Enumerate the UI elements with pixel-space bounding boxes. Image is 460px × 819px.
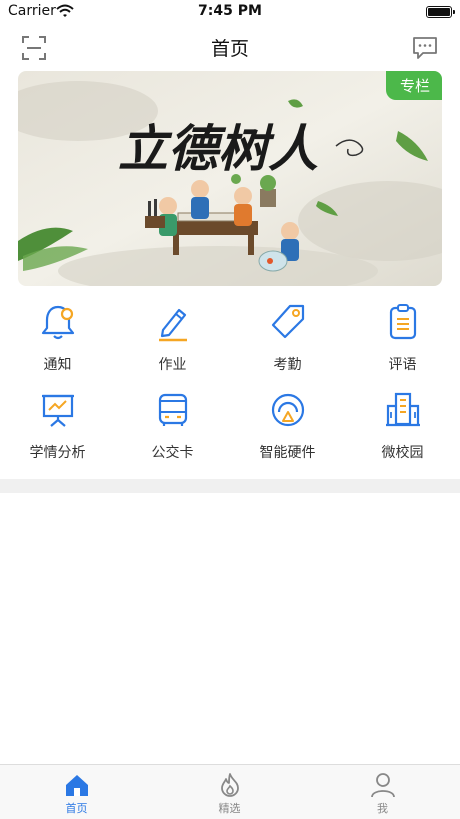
section-divider xyxy=(0,479,460,493)
bus-icon xyxy=(158,393,187,426)
flame-icon xyxy=(220,773,239,797)
tab-me[interactable]: 我 xyxy=(306,769,459,819)
banner-calligraphy: 立德树人 xyxy=(118,119,318,178)
tab-featured[interactable]: 精选 xyxy=(153,769,306,819)
clipboard-icon xyxy=(389,304,416,340)
feature-label: 评语 xyxy=(388,357,417,373)
feature-comments[interactable]: 评语 xyxy=(345,302,460,382)
feature-notice[interactable]: 通知 xyxy=(0,302,115,382)
feature-attendance[interactable]: 考勤 xyxy=(230,302,345,382)
bell-icon xyxy=(41,305,74,340)
tab-label: 首页 xyxy=(65,802,88,815)
feature-label: 学情分析 xyxy=(29,445,86,461)
feature-homework[interactable]: 作业 xyxy=(115,302,230,382)
feature-label: 微校园 xyxy=(381,445,424,461)
tab-label: 精选 xyxy=(218,802,241,815)
smart-device-icon xyxy=(271,393,304,427)
page-title: 首页 xyxy=(210,38,249,60)
feature-label: 通知 xyxy=(43,357,72,373)
tab-label: 我 xyxy=(377,802,388,815)
clock: 7:45 PM xyxy=(198,3,262,19)
feature-label: 智能硬件 xyxy=(259,445,316,461)
feature-label: 公交卡 xyxy=(151,445,194,461)
nav-bar: 首页 xyxy=(0,24,460,68)
tab-bar: 首页 精选 我 xyxy=(0,764,460,819)
feature-label: 考勤 xyxy=(273,357,302,373)
home-icon xyxy=(65,775,88,796)
building-icon xyxy=(385,392,420,427)
pencil-icon xyxy=(158,308,187,342)
banner-tag: 专栏 xyxy=(385,71,442,100)
feature-label: 作业 xyxy=(158,357,187,373)
feature-learning-analysis[interactable]: 学情分析 xyxy=(0,390,115,470)
feature-micro-campus[interactable]: 微校园 xyxy=(345,390,460,470)
tab-home[interactable]: 首页 xyxy=(0,769,153,819)
message-icon[interactable] xyxy=(412,36,438,60)
feature-smart-hardware[interactable]: 智能硬件 xyxy=(230,390,345,470)
chart-board-icon xyxy=(41,394,74,427)
battery-icon xyxy=(426,6,455,18)
feature-bus-card[interactable]: 公交卡 xyxy=(115,390,230,470)
status-bar: Carrier 7:45 PM xyxy=(0,0,460,24)
user-icon xyxy=(370,773,395,798)
banner[interactable]: 立德树人 专栏 xyxy=(18,71,442,286)
banner-illustration: 立德树人 xyxy=(18,71,442,286)
tag-icon xyxy=(271,304,304,339)
